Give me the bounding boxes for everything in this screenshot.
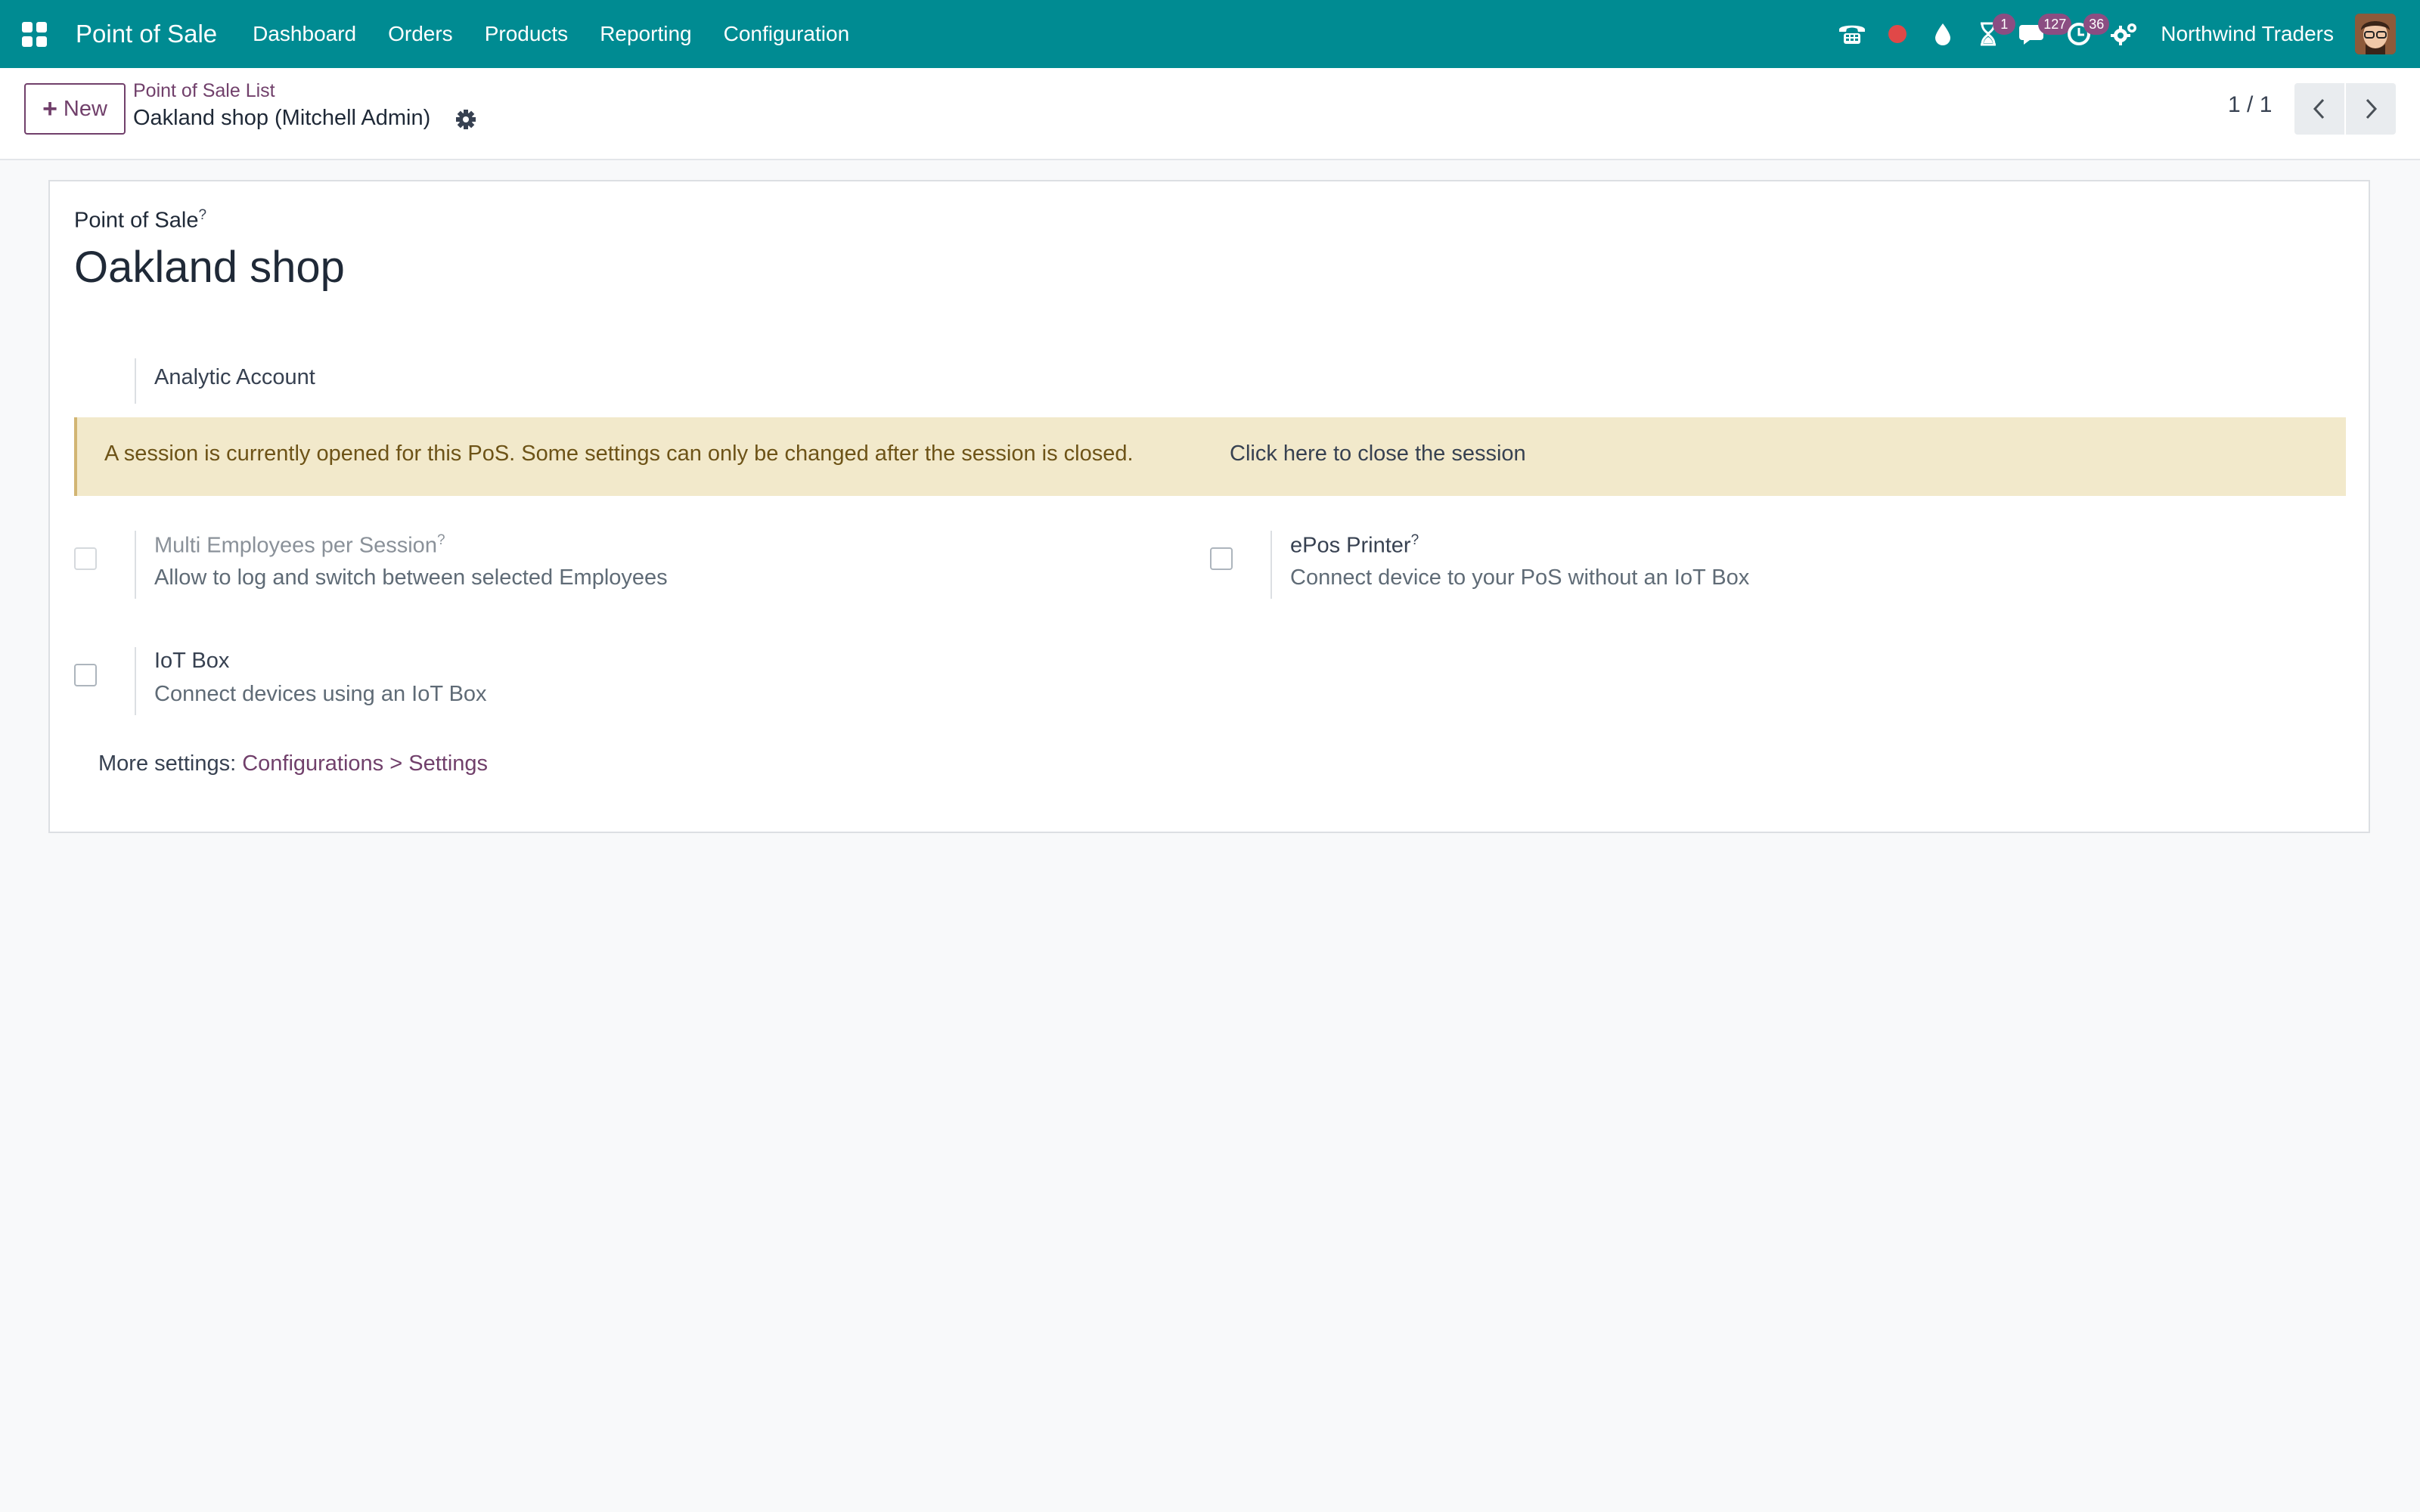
menu-products[interactable]: Products (469, 0, 585, 68)
more-settings-prefix: More settings: (98, 751, 243, 776)
divider (135, 358, 136, 404)
pager-value[interactable]: 1 / 1 (2228, 92, 2272, 118)
epos-printer-description: Connect device to your PoS without an Io… (1290, 565, 1750, 590)
form-sheet: Point of Sale? Oakland shop Analytic Acc… (48, 180, 2370, 833)
chevron-right-icon (2366, 98, 2378, 119)
hourglass-icon[interactable]: 1 (1965, 0, 2016, 68)
recording-icon[interactable] (1875, 0, 1920, 68)
gear-icon[interactable] (454, 107, 478, 132)
multi-employees-title-text: Multi Employees per Session (154, 533, 437, 558)
divider (135, 647, 136, 715)
messages-icon[interactable]: 127 (2011, 0, 2072, 68)
pos-name-field[interactable]: Oakland shop (74, 242, 345, 293)
configuration-settings-link[interactable]: Configurations > Settings (242, 751, 488, 776)
pager-next-button[interactable] (2346, 83, 2396, 135)
help-tooltip-icon[interactable]: ? (437, 532, 445, 548)
divider (135, 531, 136, 599)
more-settings: More settings: Configurations > Settings (98, 751, 488, 776)
plus-icon: + (42, 94, 57, 123)
help-tooltip-icon[interactable]: ? (1411, 532, 1419, 548)
analytic-account-label: Analytic Account (154, 365, 315, 389)
phone-icon[interactable] (1829, 0, 1875, 68)
multi-employees-title: Multi Employees per Session? (154, 532, 445, 559)
menu-configuration[interactable]: Configuration (708, 0, 866, 68)
company-switcher[interactable]: Northwind Traders (2161, 22, 2334, 46)
iot-box-title: IoT Box (154, 649, 230, 673)
settings-gears-icon[interactable] (2102, 0, 2147, 68)
control-panel: + New Point of Sale List Oakland shop (M… (0, 68, 2420, 160)
recording-dot (1888, 25, 1907, 43)
chevron-left-icon (2313, 98, 2325, 119)
alert-message: A session is currently opened for this P… (104, 442, 1134, 466)
divider (1270, 531, 1272, 599)
top-navbar: Point of Sale Dashboard Orders Products … (0, 0, 2420, 68)
new-button-label: New (63, 96, 107, 121)
user-avatar[interactable] (2355, 14, 2396, 54)
iot-box-checkbox[interactable] (74, 664, 97, 686)
menu-dashboard[interactable]: Dashboard (237, 0, 372, 68)
menu-orders[interactable]: Orders (372, 0, 469, 68)
help-tooltip-icon[interactable]: ? (198, 207, 206, 223)
new-button[interactable]: + New (24, 83, 126, 135)
systray: 1 127 36 Northwind Traders (1829, 0, 2420, 68)
session-warning-alert: A session is currently opened for this P… (74, 417, 2346, 496)
drop-icon[interactable] (1920, 0, 1965, 68)
app-title[interactable]: Point of Sale (76, 20, 217, 48)
pos-name-label: Point of Sale? (74, 207, 206, 234)
breadcrumb-current: Oakland shop (Mitchell Admin) (133, 106, 431, 130)
multi-employees-checkbox (74, 547, 97, 570)
epos-printer-title-text: ePos Printer (1290, 533, 1411, 558)
close-session-link[interactable]: Click here to close the session (1230, 442, 1526, 466)
pos-name-label-text: Point of Sale (74, 208, 199, 233)
app-switcher-icon[interactable] (0, 0, 68, 68)
epos-printer-title: ePos Printer? (1290, 532, 1419, 559)
clock-icon[interactable]: 36 (2056, 0, 2110, 68)
pager-previous-button[interactable] (2294, 83, 2344, 135)
iot-box-description: Connect devices using an IoT Box (154, 682, 487, 706)
multi-employees-description: Allow to log and switch between selected… (154, 565, 668, 590)
breadcrumb-parent-link[interactable]: Point of Sale List (133, 80, 275, 102)
epos-printer-checkbox[interactable] (1210, 547, 1233, 570)
menu-reporting[interactable]: Reporting (584, 0, 707, 68)
